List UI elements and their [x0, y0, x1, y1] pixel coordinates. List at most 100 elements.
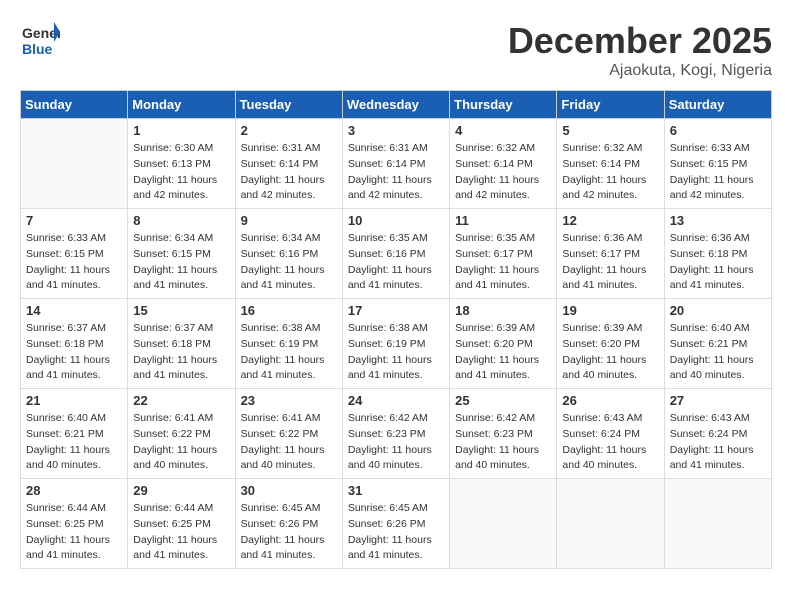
- calendar-cell: 29 Sunrise: 6:44 AMSunset: 6:25 PMDayligh…: [128, 479, 235, 569]
- daylight-text: Daylight: 11 hours and 40 minutes.: [26, 443, 122, 475]
- calendar-cell: 2Sunrise: 6:31 AMSunset: 6:14 PMDaylight…: [235, 119, 342, 209]
- sunset-text: Sunset: 6:15 PM: [670, 157, 766, 173]
- sunrise-text: Sunrise: 6:31 AM: [348, 141, 444, 157]
- day-number: 13: [670, 213, 766, 228]
- day-number: 26: [562, 393, 658, 408]
- sunrise-text: Sunrise: 6:38 AM: [348, 321, 444, 337]
- sunset-text: Sunset: 6:14 PM: [562, 157, 658, 173]
- calendar-cell: 27Sunrise: 6:43 AMSunset: 6:24 PMDayligh…: [664, 389, 771, 479]
- day-number: 29: [133, 483, 229, 498]
- logo-icon: General Blue: [20, 20, 60, 60]
- day-number: 6: [670, 123, 766, 138]
- calendar-cell: 9Sunrise: 6:34 AMSunset: 6:16 PMDaylight…: [235, 209, 342, 299]
- day-number: 1: [133, 123, 229, 138]
- sunset-text: Sunset: 6:22 PM: [133, 427, 229, 443]
- day-number: 10: [348, 213, 444, 228]
- day-number: 19: [562, 303, 658, 318]
- sunrise-text: Sunrise: 6:33 AM: [670, 141, 766, 157]
- sunset-text: Sunset: 6:20 PM: [562, 337, 658, 353]
- sunrise-text: Sunrise: 6:33 AM: [26, 231, 122, 247]
- svg-text:Blue: Blue: [22, 41, 53, 57]
- calendar-cell: 23Sunrise: 6:41 AMSunset: 6:22 PMDayligh…: [235, 389, 342, 479]
- day-number: 11: [455, 213, 551, 228]
- sunrise-text: Sunrise: 6:35 AM: [455, 231, 551, 247]
- calendar-cell: 1 Sunrise: 6:30 AMSunset: 6:13 PMDaylight…: [128, 119, 235, 209]
- daylight-text: Daylight: 11 hours and 41 minutes.: [455, 263, 551, 295]
- sunset-text: Sunset: 6:15 PM: [26, 247, 122, 263]
- sunrise-text: Sunrise: 6:38 AM: [241, 321, 337, 337]
- sunrise-text: Sunrise: 6:44 AM: [133, 501, 229, 517]
- daylight-text: Daylight: 11 hours and 41 minutes.: [26, 263, 122, 295]
- daylight-text: Daylight: 11 hours and 41 minutes.: [26, 353, 122, 385]
- day-info: Sunrise: 6:44 AMSunset: 6:25 PMDaylight:…: [133, 501, 229, 564]
- day-number: 7: [26, 213, 122, 228]
- sunset-text: Sunset: 6:14 PM: [348, 157, 444, 173]
- calendar-cell: 25Sunrise: 6:42 AMSunset: 6:23 PMDayligh…: [450, 389, 557, 479]
- sunset-text: Sunset: 6:20 PM: [455, 337, 551, 353]
- sunset-text: Sunset: 6:21 PM: [670, 337, 766, 353]
- day-info: Sunrise: 6:37 AMSunset: 6:18 PMDaylight:…: [133, 321, 229, 384]
- day-info: Sunrise: 6:38 AMSunset: 6:19 PMDaylight:…: [348, 321, 444, 384]
- weekday-header: Friday: [557, 91, 664, 119]
- day-number: 8: [133, 213, 229, 228]
- sunset-text: Sunset: 6:22 PM: [241, 427, 337, 443]
- calendar-header-row: SundayMondayTuesdayWednesdayThursdayFrid…: [21, 91, 772, 119]
- day-number: 31: [348, 483, 444, 498]
- sunrise-text: Sunrise: 6:39 AM: [455, 321, 551, 337]
- day-info: Sunrise: 6:39 AMSunset: 6:20 PMDaylight:…: [562, 321, 658, 384]
- day-info: Sunrise: 6:34 AMSunset: 6:15 PMDaylight:…: [133, 231, 229, 294]
- day-number: 9: [241, 213, 337, 228]
- calendar-cell: 10 Sunrise: 6:35 AMSunset: 6:16 PMDayligh…: [342, 209, 449, 299]
- calendar-cell: 5 Sunrise: 6:32 AMSunset: 6:14 PMDaylight…: [557, 119, 664, 209]
- daylight-text: Daylight: 11 hours and 41 minutes.: [562, 263, 658, 295]
- day-number: 2: [241, 123, 337, 138]
- sunset-text: Sunset: 6:23 PM: [455, 427, 551, 443]
- daylight-text: Daylight: 11 hours and 41 minutes.: [348, 533, 444, 565]
- calendar-cell: 31Sunrise: 6:45 AMSunset: 6:26 PMDayligh…: [342, 479, 449, 569]
- sunset-text: Sunset: 6:14 PM: [455, 157, 551, 173]
- sunset-text: Sunset: 6:18 PM: [26, 337, 122, 353]
- sunrise-text: Sunrise: 6:42 AM: [455, 411, 551, 427]
- calendar-cell: 12Sunrise: 6:36 AMSunset: 6:17 PMDayligh…: [557, 209, 664, 299]
- day-info: Sunrise: 6:36 AMSunset: 6:17 PMDaylight:…: [562, 231, 658, 294]
- day-info: Sunrise: 6:32 AMSunset: 6:14 PMDaylight:…: [562, 141, 658, 204]
- day-info: Sunrise: 6:37 AMSunset: 6:18 PMDaylight:…: [26, 321, 122, 384]
- calendar-cell: [450, 479, 557, 569]
- sunrise-text: Sunrise: 6:39 AM: [562, 321, 658, 337]
- day-number: 5: [562, 123, 658, 138]
- sunset-text: Sunset: 6:18 PM: [133, 337, 229, 353]
- sunrise-text: Sunrise: 6:42 AM: [348, 411, 444, 427]
- day-info: Sunrise: 6:35 AMSunset: 6:17 PMDaylight:…: [455, 231, 551, 294]
- calendar-cell: 19 Sunrise: 6:39 AMSunset: 6:20 PMDayligh…: [557, 299, 664, 389]
- calendar-cell: 16Sunrise: 6:38 AMSunset: 6:19 PMDayligh…: [235, 299, 342, 389]
- day-info: Sunrise: 6:30 AMSunset: 6:13 PMDaylight:…: [133, 141, 229, 204]
- sunset-text: Sunset: 6:17 PM: [562, 247, 658, 263]
- sunrise-text: Sunrise: 6:44 AM: [26, 501, 122, 517]
- sunrise-text: Sunrise: 6:40 AM: [670, 321, 766, 337]
- sunset-text: Sunset: 6:21 PM: [26, 427, 122, 443]
- weekday-header: Wednesday: [342, 91, 449, 119]
- sunset-text: Sunset: 6:24 PM: [562, 427, 658, 443]
- calendar-cell: 3Sunrise: 6:31 AMSunset: 6:14 PMDaylight…: [342, 119, 449, 209]
- day-info: Sunrise: 6:35 AMSunset: 6:16 PMDaylight:…: [348, 231, 444, 294]
- calendar-week-row: 7Sunrise: 6:33 AMSunset: 6:15 PMDaylight…: [21, 209, 772, 299]
- daylight-text: Daylight: 11 hours and 41 minutes.: [133, 263, 229, 295]
- calendar-cell: [664, 479, 771, 569]
- daylight-text: Daylight: 11 hours and 41 minutes.: [26, 533, 122, 565]
- sunrise-text: Sunrise: 6:43 AM: [670, 411, 766, 427]
- day-number: 15: [133, 303, 229, 318]
- sunrise-text: Sunrise: 6:41 AM: [241, 411, 337, 427]
- daylight-text: Daylight: 11 hours and 41 minutes.: [133, 353, 229, 385]
- daylight-text: Daylight: 11 hours and 42 minutes.: [241, 173, 337, 205]
- day-info: Sunrise: 6:41 AMSunset: 6:22 PMDaylight:…: [133, 411, 229, 474]
- day-number: 16: [241, 303, 337, 318]
- calendar-cell: 22 Sunrise: 6:41 AMSunset: 6:22 PMDayligh…: [128, 389, 235, 479]
- sunrise-text: Sunrise: 6:34 AM: [133, 231, 229, 247]
- day-number: 22: [133, 393, 229, 408]
- day-info: Sunrise: 6:45 AMSunset: 6:26 PMDaylight:…: [241, 501, 337, 564]
- sunrise-text: Sunrise: 6:32 AM: [562, 141, 658, 157]
- day-info: Sunrise: 6:32 AMSunset: 6:14 PMDaylight:…: [455, 141, 551, 204]
- calendar-cell: 15 Sunrise: 6:37 AMSunset: 6:18 PMDayligh…: [128, 299, 235, 389]
- sunrise-text: Sunrise: 6:45 AM: [241, 501, 337, 517]
- daylight-text: Daylight: 11 hours and 42 minutes.: [133, 173, 229, 205]
